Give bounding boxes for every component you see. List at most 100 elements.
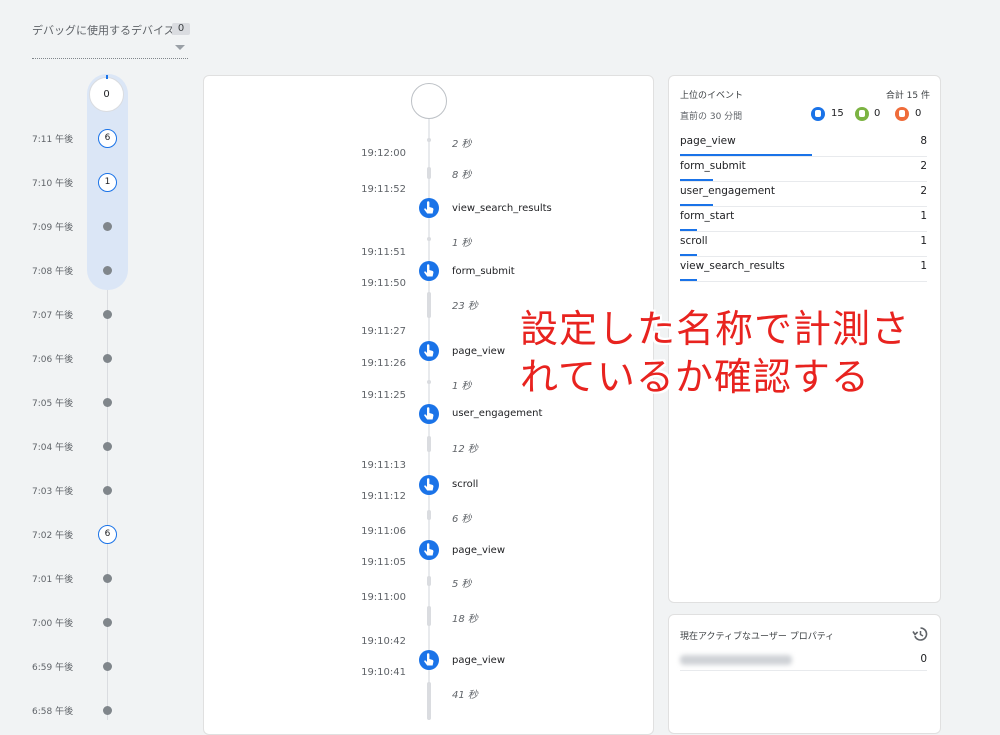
annotation-line: 設定した名称で計測さ [520,307,911,351]
touch-icon[interactable] [419,540,439,560]
event-count-icon [811,107,825,121]
minute-count-badge[interactable]: 6 [98,129,117,148]
history-icon[interactable] [912,626,928,646]
minute-label: 7:06 午後 [32,355,74,365]
top-event-bar [680,229,697,231]
timestamp: 19:11:26 [361,358,406,369]
top-event-bar [680,179,713,181]
minute-label: 7:00 午後 [32,619,74,629]
gap-bar [427,167,431,179]
minute-dot[interactable] [103,354,112,363]
timestamp: 19:10:42 [361,636,406,647]
gap-label: 41 秒 [452,690,478,701]
minute-label: 7:02 午後 [32,531,74,541]
top-event-count: 1 [920,235,927,247]
minute-label: 6:59 午後 [32,663,74,673]
minute-label: 7:07 午後 [32,311,74,321]
gap-label: 5 秒 [452,579,472,590]
minute-dot[interactable] [103,398,112,407]
minute-label: 7:04 午後 [32,443,74,453]
gap-label: 1 秒 [452,238,472,249]
device-selector-underline[interactable] [32,58,188,59]
minute-label: 7:11 午後 [32,135,74,145]
minute-label: 7:03 午後 [32,487,74,497]
gap-bar [427,606,431,626]
gap-bar [427,682,431,720]
timestamp: 19:11:50 [361,278,406,289]
event-count: 15 [831,108,844,119]
touch-icon[interactable] [419,475,439,495]
minute-label: 7:01 午後 [32,575,74,585]
top-event-name: form_submit [680,160,746,172]
event-name[interactable]: scroll [452,479,478,490]
timestamp: 19:11:06 [361,526,406,537]
event-name[interactable]: page_view [452,346,505,357]
top-event-bar [680,154,812,156]
conversion-flag-icon [855,107,869,121]
minute-dot[interactable] [103,706,112,715]
touch-icon[interactable] [419,198,439,218]
top-event-row[interactable]: form_submit 2 [680,157,927,182]
touch-icon[interactable] [419,650,439,670]
gap-bar [427,138,431,142]
minute-label: 7:10 午後 [32,179,74,189]
gap-bar [427,380,431,384]
timestamp: 19:12:00 [361,148,406,159]
user-property-divider [680,670,927,671]
top-event-row[interactable]: page_view 8 [680,132,927,157]
user-properties-title: 現在アクティブなユーザー プロパティ [680,632,835,642]
top-event-row[interactable]: view_search_results 1 [680,257,927,282]
minute-dot[interactable] [103,266,112,275]
dropdown-caret-icon[interactable] [175,45,185,50]
top-event-name: page_view [680,135,736,147]
minute-count-badge[interactable]: 1 [98,173,117,192]
minute-label: 7:08 午後 [32,267,74,277]
top-event-count: 1 [920,260,927,272]
timestamp: 19:11:12 [361,491,406,502]
event-name[interactable]: view_search_results [452,203,552,214]
gap-label: 6 秒 [452,514,472,525]
minute-dot[interactable] [103,618,112,627]
gap-bar [427,237,431,241]
timestamp: 19:11:27 [361,326,406,337]
error-icon [895,107,909,121]
touch-icon[interactable] [419,261,439,281]
top-event-row[interactable]: scroll 1 [680,232,927,257]
top-event-name: user_engagement [680,185,775,197]
event-name[interactable]: form_submit [452,266,515,277]
top-events-total: 合計 15 件 [885,91,930,101]
top-event-count: 1 [920,210,927,222]
top-event-bar [680,254,697,256]
gap-label: 18 秒 [452,614,478,625]
gap-label: 2 秒 [452,139,472,150]
device-selector-label: デバッグに使用するデバイス [32,24,175,37]
gap-label: 12 秒 [452,444,478,455]
minute-label: 7:05 午後 [32,399,74,409]
user-property-value: 0 [920,653,927,665]
timestamp: 19:10:41 [361,667,406,678]
minute-dot[interactable] [103,574,112,583]
top-event-row[interactable]: user_engagement 2 [680,182,927,207]
gap-bar [427,576,431,586]
minute-dot[interactable] [103,442,112,451]
minute-dot[interactable] [103,662,112,671]
timestamp: 19:11:52 [361,184,406,195]
minute-count-badge[interactable]: 6 [98,525,117,544]
annotation-line: れているか確認する [520,355,870,399]
conversion-count: 0 [874,108,881,119]
event-name[interactable]: page_view [452,545,505,556]
minute-dot[interactable] [103,310,112,319]
touch-icon[interactable] [419,404,439,424]
gap-bar [427,436,431,452]
device-count-badge: 0 [172,23,190,35]
stream-top-circle[interactable] [411,83,447,119]
touch-icon[interactable] [419,341,439,361]
event-name[interactable]: user_engagement [452,408,542,419]
gap-label: 8 秒 [452,170,472,181]
minute-dot[interactable] [103,222,112,231]
minute-label: 7:09 午後 [32,223,74,233]
minute-top-counter[interactable]: 0 [89,75,124,112]
top-event-row[interactable]: form_start 1 [680,207,927,232]
minute-dot[interactable] [103,486,112,495]
event-name[interactable]: page_view [452,655,505,666]
